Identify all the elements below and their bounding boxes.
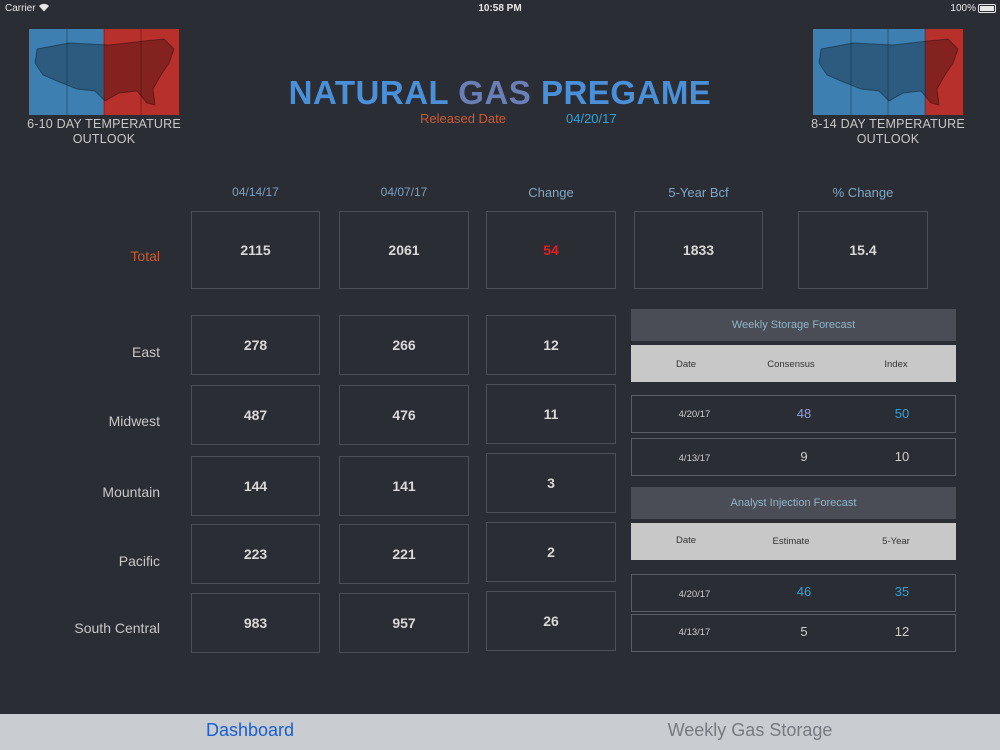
header-date: Date [675,535,697,546]
south-central-change-box: 26 [486,591,616,651]
header-index: Index [884,359,908,370]
row-label-midwest: Midwest [108,413,160,429]
right-map-caption-line1: 8-14 DAY TEMPERATURE [811,117,965,131]
mountain-change-box: 3 [486,453,616,513]
tab-weekly-gas-storage[interactable]: Weekly Gas Storage [500,720,1000,741]
weekly-storage-forecast-row: 4/13/17 9 10 [631,438,956,476]
forecast-five-year: 12 [894,624,910,639]
total-change-box: 54 [486,211,616,289]
south-central-previous-box: 957 [339,593,469,653]
total-current-box: 2115 [191,211,320,289]
header-estimate: Estimate [772,536,810,547]
pacific-previous-box: 221 [339,524,469,584]
row-label-pacific: Pacific [118,553,160,569]
right-map-caption: 8-14 DAY TEMPERATURE OUTLOOK [808,117,968,147]
analyst-injection-forecast-header: Date Estimate 5-Year [631,523,956,560]
forecast-five-year: 35 [894,584,910,599]
total-five-year-box: 1833 [634,211,763,289]
left-map-caption: 6-10 DAY TEMPERATURE OUTLOOK [24,117,184,147]
total-previous-box: 2061 [339,211,469,289]
pacific-change-box: 2 [486,522,616,582]
header-five-year: 5-Year [882,536,910,547]
right-map-caption-line2: OUTLOOK [856,132,920,146]
total-pct-change-box: 15.4 [798,211,928,289]
title-natural: NATURAL [288,74,449,111]
temperature-outlook-8-14-map[interactable] [813,29,963,115]
column-header-current-date: 04/14/17 [232,185,279,199]
analyst-injection-forecast-title: Analyst Injection Forecast [631,487,956,519]
header-consensus: Consensus [767,359,815,370]
status-bar: Carrier 10:58 PM 100% [0,0,1000,18]
forecast-date: 4/20/17 [678,589,711,600]
forecast-index: 10 [894,449,910,464]
weekly-storage-forecast-title: Weekly Storage Forecast [631,309,956,341]
battery-percent: 100% [950,3,976,14]
title-gas: GAS [458,74,532,111]
row-label-south-central: South Central [74,620,160,636]
released-date-value: 04/20/17 [566,111,617,126]
forecast-estimate: 46 [796,584,812,599]
midwest-current-box: 487 [191,385,320,445]
east-current-box: 278 [191,315,320,375]
tab-dashboard[interactable]: Dashboard [0,720,500,741]
analyst-injection-forecast-row: 4/20/17 46 35 [631,574,956,612]
forecast-estimate: 5 [800,624,808,639]
page-title: NATURAL GAS PREGAME [250,74,750,112]
forecast-consensus: 48 [796,406,812,421]
analyst-injection-forecast-row: 4/13/17 5 12 [631,614,956,652]
mountain-previous-box: 141 [339,456,469,516]
header-date: Date [675,359,697,370]
mountain-current-box: 144 [191,456,320,516]
row-label-total: Total [130,248,160,264]
tab-bar: Dashboard Weekly Gas Storage [0,714,1000,750]
row-label-east: East [131,344,160,360]
pacific-current-box: 223 [191,524,320,584]
left-map-caption-line1: 6-10 DAY TEMPERATURE [27,117,181,131]
forecast-date: 4/20/17 [678,409,711,420]
south-central-current-box: 983 [191,593,320,653]
row-label-mountain: Mountain [102,484,160,500]
weekly-storage-forecast-row: 4/20/17 48 50 [631,395,956,433]
forecast-date: 4/13/17 [678,453,711,464]
status-time: 10:58 PM [478,3,522,14]
forecast-consensus: 9 [800,449,808,464]
left-map-caption-line2: OUTLOOK [72,132,136,146]
weekly-storage-forecast-header: Date Consensus Index [631,345,956,382]
midwest-change-box: 11 [486,384,616,444]
temperature-outlook-6-10-map[interactable] [29,29,179,115]
midwest-previous-box: 476 [339,385,469,445]
battery-icon [978,4,996,13]
east-previous-box: 266 [339,315,469,375]
east-change-box: 12 [486,315,616,375]
column-header-previous-date: 04/07/17 [380,185,428,199]
forecast-date: 4/13/17 [678,627,711,638]
title-pregame: PREGAME [540,74,712,111]
column-header-five-year: 5-Year Bcf [668,185,729,200]
column-header-pct-change: % Change [832,185,894,200]
forecast-index: 50 [894,406,910,421]
released-date-label: Released Date [420,111,506,126]
column-header-change: Change [528,185,574,200]
